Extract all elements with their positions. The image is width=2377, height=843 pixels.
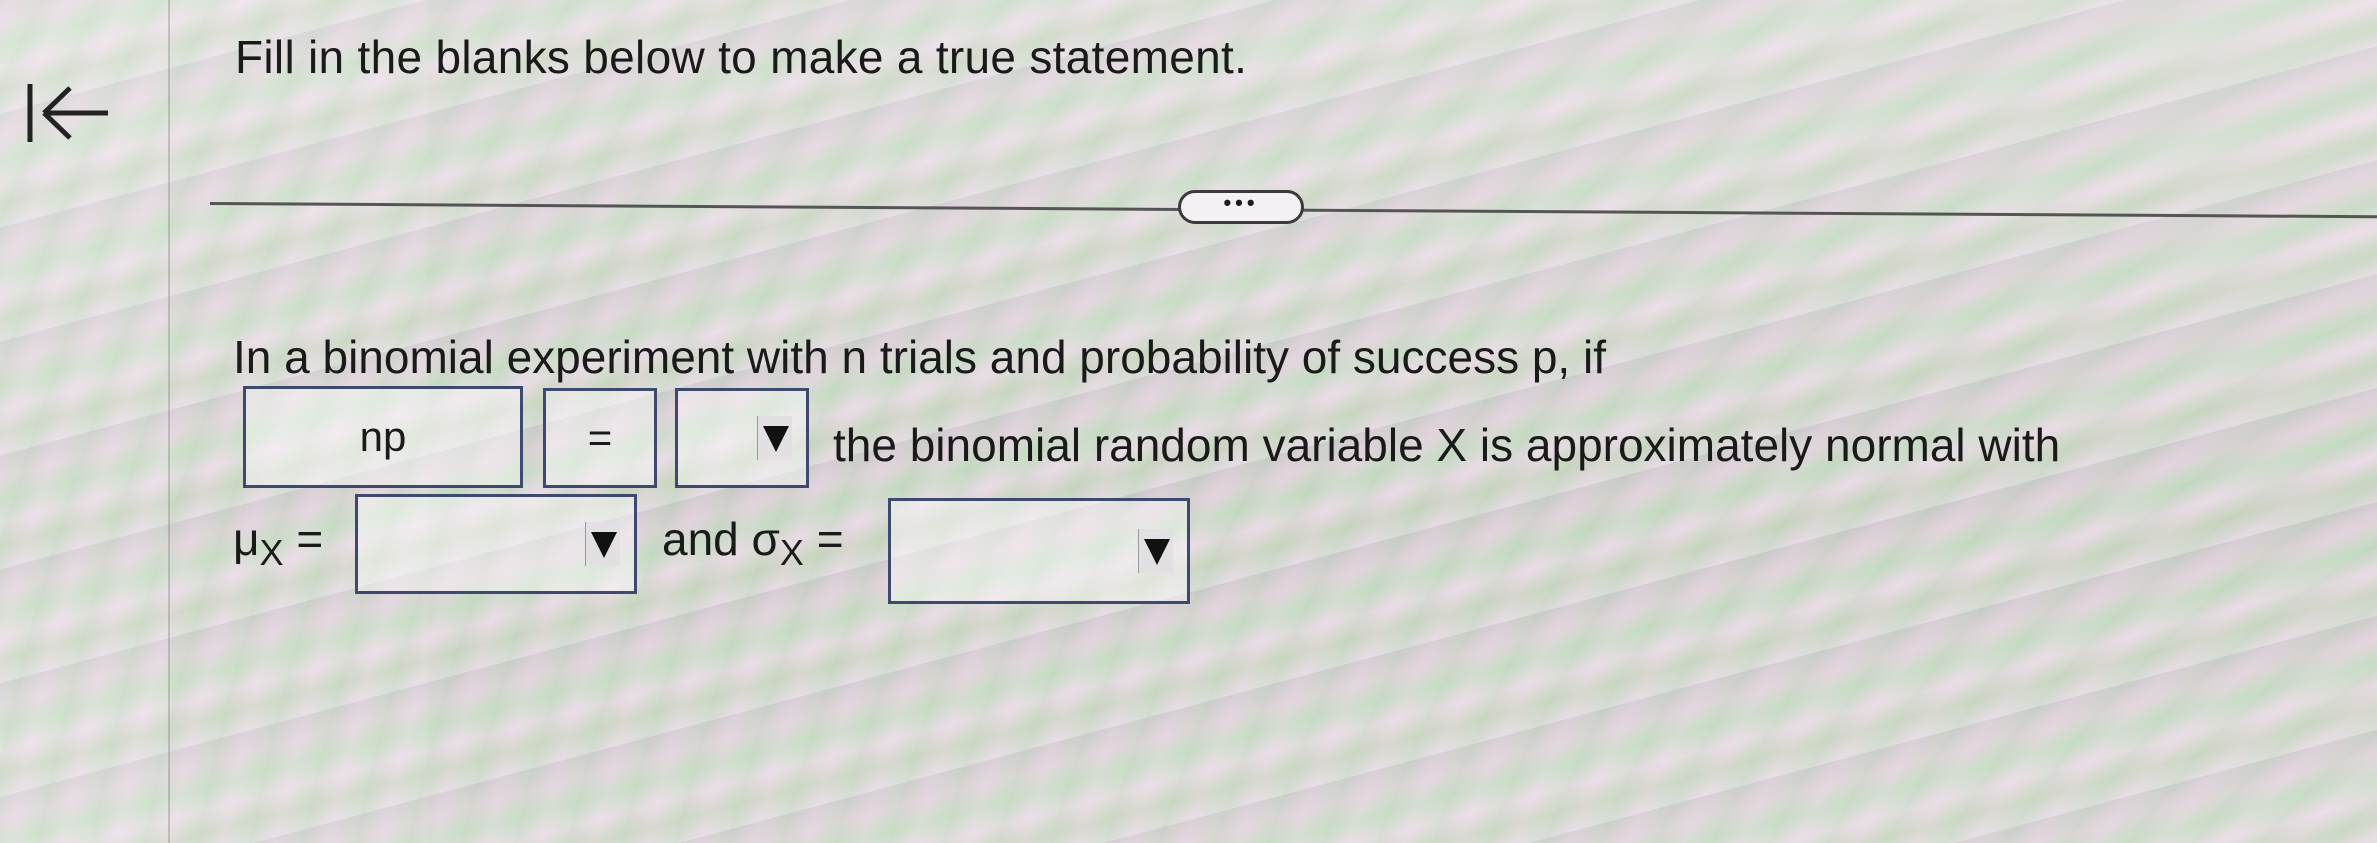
sigma-subscript: X (779, 532, 804, 573)
sigma-label: and σX = (662, 512, 844, 573)
back-to-start-icon[interactable] (24, 78, 114, 148)
relation-blank-value: = (587, 414, 613, 461)
dropdown-triangle-icon (1138, 529, 1173, 573)
and-text: and (662, 513, 739, 565)
mu-subscript: X (259, 532, 284, 573)
continuation-text: the binomial random variable X is approx… (833, 419, 2061, 471)
sigma-equals: = (816, 513, 844, 565)
mu-equals: = (296, 513, 324, 565)
mu-dropdown[interactable] (355, 494, 637, 594)
more-button[interactable]: ••• (1178, 190, 1304, 224)
mu-label: μX = (233, 512, 324, 573)
expression-blank[interactable]: np (243, 386, 523, 488)
question-prompt: In a binomial experiment with n trials a… (233, 331, 1606, 383)
more-dots: ••• (1223, 190, 1259, 215)
left-panel (0, 0, 170, 843)
dropdown-triangle-icon (757, 416, 792, 460)
threshold-dropdown[interactable] (675, 388, 809, 488)
page-title: Fill in the blanks below to make a true … (235, 31, 1248, 83)
mu-symbol: μ (233, 513, 260, 565)
sigma-symbol: σ (751, 513, 780, 565)
dropdown-triangle-icon (585, 522, 620, 566)
expression-blank-value: np (359, 413, 407, 460)
relation-blank[interactable]: = (543, 388, 657, 488)
sigma-dropdown[interactable] (888, 498, 1190, 604)
